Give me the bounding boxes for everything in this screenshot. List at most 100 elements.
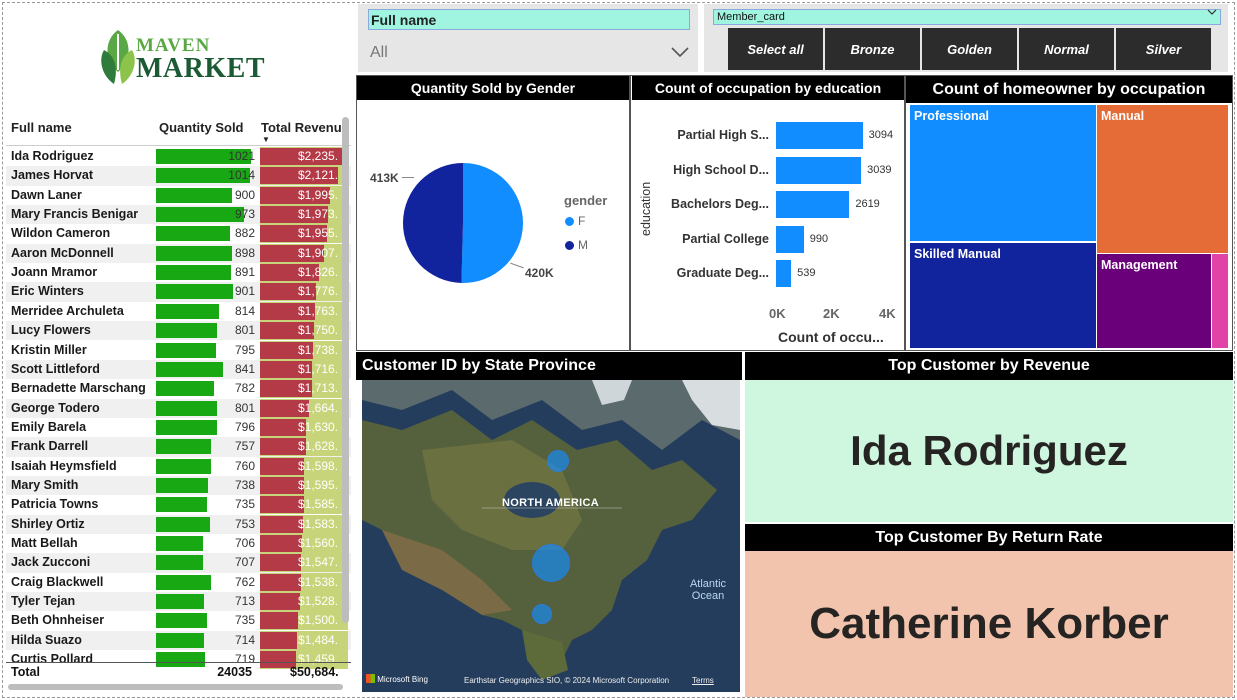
- bar-mark[interactable]: [776, 122, 863, 149]
- table-row[interactable]: Lucy Flowers 801 $1,750.: [6, 321, 351, 341]
- table-row[interactable]: Tyler Tejan 713 $1,528.: [6, 592, 351, 612]
- table-row[interactable]: Wildon Cameron 882 $1,955.: [6, 224, 351, 244]
- silver-button[interactable]: Silver: [1116, 28, 1211, 70]
- cell-qty: 707: [154, 553, 259, 572]
- table-row[interactable]: Kristin Miller 795 $1,738.: [6, 340, 351, 360]
- cell-name: James Horvat: [11, 168, 93, 183]
- table-row[interactable]: Merridee Archuleta 814 $1,763.: [6, 301, 351, 321]
- qty-value: 707: [234, 555, 255, 570]
- table-row[interactable]: Aaron McDonnell 898 $1,907.: [6, 243, 351, 264]
- bar-value-label: 3039: [867, 163, 892, 176]
- revenue-value: $1,826.: [298, 265, 339, 280]
- map-background[interactable]: [362, 380, 740, 692]
- revenue-bar: [260, 535, 302, 552]
- table-row[interactable]: Jack Zucconi 707 $1,547.: [6, 553, 351, 573]
- qty-value: 796: [234, 419, 255, 434]
- table-row[interactable]: Joann Mramor 891 $1,826.: [6, 263, 351, 283]
- table-row[interactable]: Eric Winters 901 $1,776.: [6, 282, 351, 302]
- treemap-tile-other[interactable]: [1212, 254, 1228, 348]
- bronze-button[interactable]: Bronze: [825, 28, 920, 70]
- table-row[interactable]: Patricia Towns 735 $1,585.: [6, 495, 351, 515]
- map-bubble[interactable]: [547, 450, 569, 472]
- treemap-tile-manual[interactable]: Manual: [1097, 105, 1228, 253]
- map-terms-link[interactable]: Terms: [692, 676, 714, 685]
- cell-revenue: $1,595.: [260, 475, 348, 495]
- bar-mark[interactable]: [776, 191, 850, 218]
- bar-mark[interactable]: [776, 260, 792, 287]
- pie-label-m: 413K: [370, 171, 399, 185]
- map-bubble[interactable]: [532, 544, 570, 582]
- chevron-down-icon[interactable]: [670, 42, 690, 63]
- member-card-dropdown[interactable]: Member_card: [713, 9, 1221, 25]
- table-row[interactable]: Shirley Ortiz 753 $1,583.: [6, 514, 351, 534]
- customer-table[interactable]: Full name Quantity Sold Total Revenue ▼ …: [6, 113, 351, 689]
- revenue-value: $1,776.: [298, 284, 339, 299]
- treemap-tile-management[interactable]: Management: [1097, 254, 1211, 348]
- cell-qty: 795: [154, 341, 259, 360]
- select-all-button[interactable]: Select all: [728, 28, 823, 70]
- table-row[interactable]: Hilda Suazo 714 $1,484.: [6, 630, 351, 651]
- chevron-down-icon[interactable]: [1207, 7, 1217, 19]
- table-row[interactable]: Bernadette Marschang 782 $1,713.: [6, 379, 351, 399]
- bar-category-label: Partial College: [682, 231, 769, 246]
- cell-name: George Todero: [11, 400, 100, 415]
- table-row[interactable]: Ida Rodriguez 1021 $2,235.: [6, 147, 351, 166]
- legend-item-m[interactable]: M: [565, 238, 588, 252]
- table-row[interactable]: Matt Bellah 706 $1,560.: [6, 534, 351, 553]
- table-row[interactable]: George Todero 801 $1,664.: [6, 398, 351, 418]
- revenue-value: $1,595.: [298, 477, 339, 492]
- bar-mark[interactable]: [776, 156, 862, 184]
- qty-value: 713: [234, 594, 255, 609]
- qty-bar: [156, 226, 230, 242]
- cell-revenue: $1,583.: [260, 514, 348, 534]
- table-row[interactable]: Emily Barela 796 $1,630.: [6, 417, 351, 437]
- col-header-name[interactable]: Full name: [11, 120, 72, 135]
- table-row[interactable]: Craig Blackwell 762 $1,538.: [6, 572, 351, 592]
- legend-item-f[interactable]: F: [565, 214, 585, 228]
- qty-value: 735: [234, 497, 255, 512]
- cell-qty: 760: [154, 457, 259, 476]
- qty-bar: [156, 381, 214, 397]
- cell-qty: 1021: [154, 147, 259, 166]
- table-row[interactable]: Beth Ohnheiser 735 $1,500.: [6, 611, 351, 631]
- cell-qty: 801: [154, 321, 259, 340]
- table-row[interactable]: Dawn Laner 900 $1,995.: [6, 185, 351, 205]
- qty-bar: [156, 536, 203, 551]
- qty-value: 738: [234, 477, 255, 492]
- bar-chart-title: Count of occupation by education: [632, 76, 904, 100]
- map-bubble[interactable]: [532, 604, 552, 624]
- pie-slice-m[interactable]: [402, 163, 463, 283]
- table-row[interactable]: Frank Darrell 757 $1,628.: [6, 437, 351, 457]
- map-visual[interactable]: NORTH AMERICA Atlantic Ocean Microsoft B…: [362, 380, 740, 692]
- cell-qty: 1014: [154, 166, 259, 185]
- treemap-tile-skilled-manual[interactable]: Skilled Manual: [910, 243, 1096, 348]
- revenue-value: $1,538.: [298, 574, 339, 589]
- cell-revenue: $1,630.: [260, 417, 348, 437]
- table-row[interactable]: Isaiah Heymsfield 760 $1,598.: [6, 456, 351, 476]
- table-row[interactable]: Mary Francis Benigar 973 $1,973.: [6, 205, 351, 225]
- cell-name: Lucy Flowers: [11, 323, 91, 338]
- col-header-revenue[interactable]: Total Revenue: [261, 120, 351, 135]
- revenue-value: $1,763.: [298, 303, 339, 318]
- bar-value-label: 3094: [868, 129, 894, 141]
- revenue-value: $1,547.: [298, 555, 339, 570]
- revenue-value: $1,738.: [298, 342, 339, 357]
- pie-chart-svg[interactable]: [400, 160, 526, 286]
- cell-name: Craig Blackwell: [11, 574, 104, 589]
- legend-label-f: F: [578, 214, 586, 228]
- table-row[interactable]: James Horvat 1014 $2,121.: [6, 166, 351, 186]
- full-name-slicer-value[interactable]: All: [370, 44, 388, 62]
- sort-desc-icon[interactable]: ▼: [262, 135, 270, 144]
- treemap-tile-professional[interactable]: Professional: [910, 105, 1096, 241]
- col-header-qty[interactable]: Quantity Sold: [159, 120, 244, 135]
- table-horizontal-scrollbar[interactable]: [8, 684, 343, 690]
- table-vertical-scrollbar[interactable]: [342, 117, 349, 623]
- golden-button[interactable]: Golden: [922, 28, 1017, 70]
- bar-mark[interactable]: [776, 225, 804, 253]
- table-row[interactable]: Mary Smith 738 $1,595.: [6, 475, 351, 496]
- table-row[interactable]: Scott Littleford 841 $1,716.: [6, 359, 351, 380]
- normal-button[interactable]: Normal: [1019, 28, 1114, 70]
- cell-revenue: $1,598.: [260, 456, 348, 476]
- bar-chart-visual[interactable]: [630, 75, 905, 351]
- total-label: Total: [11, 665, 40, 679]
